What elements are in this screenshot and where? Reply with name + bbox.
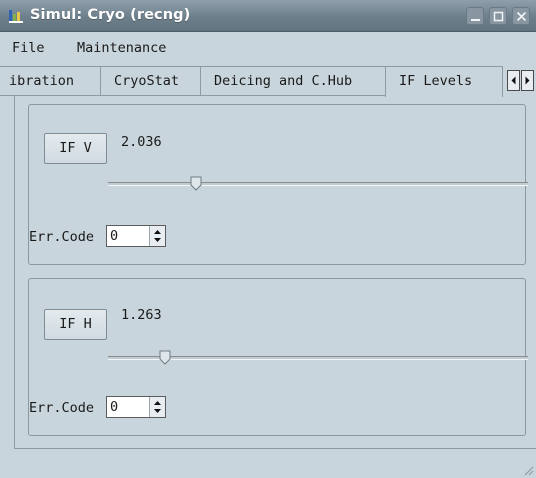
maximize-button[interactable] [489,7,507,25]
resize-grip-icon[interactable] [522,464,534,476]
if-h-group: IF H 1.263 Err.Code 0 [28,278,528,436]
maximize-icon [493,11,504,22]
tab-panel-if-levels: IF V 2.036 Err.Code 0 IF H 1.263 Err.Cod… [14,96,536,449]
if-v-err-code-value[interactable]: 0 [110,228,118,244]
if-v-value: 2.036 [121,134,162,150]
window-title: Simul: Cryo (recng) [30,7,191,23]
menu-bar: File Maintenance [0,33,536,63]
tab-calibration-label: ibration [9,73,75,89]
tab-scroll-right-button[interactable] [521,70,534,91]
menu-file[interactable]: File [12,40,45,56]
menu-maintenance[interactable]: Maintenance [77,40,166,56]
if-h-err-label: Err.Code [29,400,95,416]
spin-up-down-icon[interactable] [150,226,165,246]
if-h-err-code-value[interactable]: 0 [110,399,118,415]
if-v-err-label: Err.Code [29,229,95,245]
close-icon [516,11,527,22]
tab-scroll-buttons [507,70,536,91]
minimize-button[interactable] [466,7,484,25]
if-v-group: IF V 2.036 Err.Code 0 [28,104,528,265]
tab-cryostat-label: CryoStat [114,73,180,89]
tab-if-levels-label: IF Levels [399,73,473,89]
spin-up-down-icon[interactable] [150,397,165,417]
if-v-err-code-spinner[interactable]: 0 [106,225,166,247]
if-h-button[interactable]: IF H [44,309,107,340]
if-h-slider-thumb[interactable] [159,350,171,365]
if-h-spin-buttons[interactable] [149,397,165,417]
arrow-left-icon [511,76,516,85]
close-button[interactable] [512,7,530,25]
app-icon [9,10,23,23]
if-h-slider-track[interactable] [108,356,528,360]
tab-cryostat[interactable]: CryoStat [100,66,201,96]
if-v-button[interactable]: IF V [44,133,107,164]
tab-deicing-label: Deicing and C.Hub [214,73,353,89]
status-bar [0,449,536,478]
if-v-slider-track[interactable] [108,182,528,186]
tab-strip: ibration CryoStat Deicing and C.Hub IF L… [0,66,536,97]
title-bar[interactable]: Simul: Cryo (recng) [0,0,536,32]
tab-if-levels[interactable]: IF Levels [385,66,503,97]
tab-deicing[interactable]: Deicing and C.Hub [200,66,386,96]
if-h-err-code-spinner[interactable]: 0 [106,396,166,418]
if-v-slider-thumb[interactable] [190,176,202,191]
minimize-icon [471,19,480,21]
tab-calibration[interactable]: ibration [0,66,101,96]
if-v-spin-buttons[interactable] [149,226,165,246]
if-h-value: 1.263 [121,307,162,323]
arrow-right-icon [525,76,530,85]
tab-scroll-left-button[interactable] [507,70,520,91]
